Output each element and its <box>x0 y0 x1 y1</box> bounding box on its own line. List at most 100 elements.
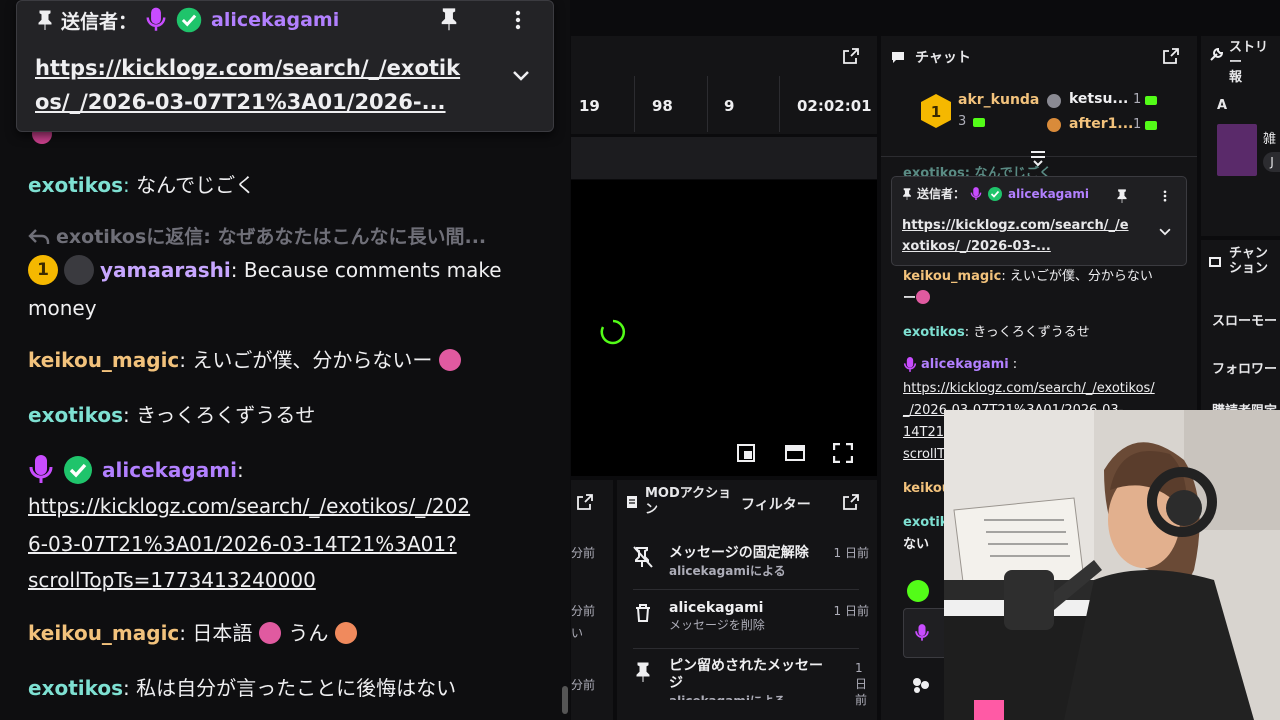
chat-text: きっくろくずうるせ <box>136 403 316 427</box>
chat-username[interactable]: exotikos <box>28 403 123 427</box>
gift-icon <box>1145 96 1157 105</box>
webcam-feed-image <box>944 410 1280 720</box>
stats-subbar <box>571 137 877 179</box>
chat-link[interactable]: 6-03-07T21%3A01/2026-03-14T21%3A01? <box>28 525 457 563</box>
chat-message: keikou_magic: 日本語 うん <box>28 614 358 652</box>
popout-icon[interactable] <box>1163 48 1179 64</box>
chat-username[interactable]: keikou_magic <box>28 348 179 372</box>
svg-text:1: 1 <box>931 103 941 121</box>
filter-button[interactable]: フィルター <box>741 494 811 514</box>
pinned-header: 送信者： alicekagami <box>37 5 339 35</box>
pinned-message-card: 送信者： alicekagami https://kicklogz.com/se… <box>16 0 554 132</box>
pinned-link[interactable]: https://kicklogz.com/search/_/e xotikos/… <box>902 215 1129 257</box>
tag-chip[interactable]: J <box>1263 152 1280 172</box>
reply-arrow-icon <box>28 229 50 244</box>
gift-icon <box>973 118 985 127</box>
mini-player-icon[interactable] <box>737 444 755 462</box>
verified-badge-icon <box>988 186 1003 201</box>
chat-link[interactable]: https://kicklogz.com/search/_/exotikos/ <box>903 378 1155 400</box>
stream-info-panel: ストリー 報 A 雑 J <box>1201 36 1280 236</box>
chat-username[interactable]: exotikos <box>28 173 123 197</box>
mod-action-item[interactable]: alicekagami メッセージを削除 1 日前 <box>633 600 869 633</box>
microphone-badge-icon <box>146 7 166 31</box>
fullscreen-icon[interactable] <box>833 443 853 463</box>
theatre-mode-icon[interactable] <box>785 444 805 462</box>
chevron-down-icon[interactable] <box>511 69 531 83</box>
pinned-message-card: 送信者： alicekagami https://kicklogz.com/se… <box>891 176 1187 266</box>
users-icon[interactable] <box>911 676 931 694</box>
chat-username[interactable]: yamaarashi <box>100 258 231 282</box>
mod-actions-panel: MODアクション フィルター メッセージの固定解除 alicekagamiによる… <box>617 480 877 720</box>
chat-link[interactable]: scrollT <box>903 444 945 466</box>
chat-scrollbar[interactable] <box>562 686 568 714</box>
chat-message: 1 yamaarashi: Because comments make <box>28 251 502 289</box>
crying-emoji-icon <box>259 622 282 644</box>
chat-username[interactable]: keikou_magic <box>28 621 179 645</box>
chat-message: exotikos: きっくろくずうるせ <box>28 403 316 427</box>
category-thumbnail[interactable] <box>1217 124 1257 176</box>
divider <box>633 589 859 590</box>
chevron-down-icon[interactable] <box>1158 227 1172 237</box>
mod-action-item[interactable]: メッセージの固定解除 alicekagamiによる 1 日前 <box>633 542 869 579</box>
microphone-badge-icon <box>29 455 53 483</box>
collapse-leaderboard-icon[interactable] <box>1029 150 1047 166</box>
unpin-icon <box>633 546 653 568</box>
chat-title: チャット <box>915 50 971 66</box>
popout-icon[interactable] <box>843 494 859 510</box>
pin-icon <box>38 10 52 30</box>
bronze-rank-badge-icon <box>1047 118 1061 132</box>
popout-icon[interactable] <box>843 48 859 64</box>
avatar-icon <box>64 255 94 285</box>
setting-row[interactable]: スローモー <box>1212 310 1277 329</box>
leaderboard-user[interactable]: akr_kunda <box>958 92 1039 108</box>
chat-message: exotikos: 私は自分が言ったことに後悔はない <box>28 676 457 700</box>
pinned-link[interactable]: https://kicklogz.com/search/_/exotik os/… <box>35 51 495 119</box>
chat-username[interactable]: exotik <box>903 512 948 534</box>
chat-username[interactable]: alicekagami <box>102 458 237 482</box>
chat-message: keikou_magic: えいごが僕、分からない <box>903 269 1153 284</box>
stat-value: 98 <box>652 97 673 115</box>
side-stub-panel: 分前 分前 い 分前 <box>571 480 613 720</box>
mod-action-item[interactable]: ピン留めされたメッセージ alicekagamiによる 1 日前 <box>633 658 869 707</box>
chat-text-cont: money <box>28 296 97 320</box>
setting-row[interactable]: フォロワー <box>1212 358 1277 377</box>
more-options-icon[interactable] <box>1162 189 1168 203</box>
chat-bubble-icon <box>892 52 904 63</box>
unpin-button[interactable] <box>440 7 458 31</box>
gold-rank-badge-icon: 1 <box>921 94 951 128</box>
chat-text: 私は自分が言ったことに後悔はない <box>136 676 457 700</box>
video-player[interactable] <box>571 180 877 476</box>
crying-emoji-icon <box>916 290 931 304</box>
settings-icon <box>1209 257 1221 267</box>
divider <box>707 76 708 132</box>
microphone-badge-icon <box>970 186 982 200</box>
more-options-icon[interactable] <box>513 9 523 31</box>
chat-link[interactable]: https://kicklogz.com/search/_/exotikos/_… <box>28 487 470 525</box>
loading-spinner-icon <box>600 319 626 345</box>
pinned-username[interactable]: alicekagami <box>211 9 339 31</box>
stat-value: 19 <box>579 97 600 115</box>
pin-icon <box>636 662 650 682</box>
stat-value: 9 <box>724 97 735 115</box>
leaderboard-user[interactable]: after1... <box>1069 116 1133 132</box>
divider <box>633 648 859 649</box>
verified-badge-icon <box>64 456 92 484</box>
chat-message: alicekagami: <box>903 354 1017 376</box>
divider <box>634 76 635 132</box>
chat-message: exotikos: きっくろくずうるせ <box>903 325 1090 340</box>
popout-icon[interactable] <box>577 494 593 510</box>
pin-icon <box>903 187 911 200</box>
unpin-button[interactable] <box>1116 189 1128 203</box>
divider <box>779 76 780 132</box>
uptime-value: 02:02:01 <box>797 97 872 115</box>
crying-emoji-icon <box>439 349 462 371</box>
pleading-emoji-icon <box>335 622 358 644</box>
chat-link[interactable]: scrollTopTs=1773413240000 <box>28 561 316 599</box>
chat-text: Because comments make <box>243 258 502 282</box>
chat-text: なんでじごく <box>136 173 256 197</box>
silver-rank-badge-icon <box>1047 94 1061 108</box>
chat-link[interactable]: 14T21 <box>903 422 944 444</box>
leaderboard-user[interactable]: ketsu... <box>1069 91 1128 107</box>
list-icon <box>627 496 637 508</box>
chat-username[interactable]: exotikos <box>28 676 123 700</box>
